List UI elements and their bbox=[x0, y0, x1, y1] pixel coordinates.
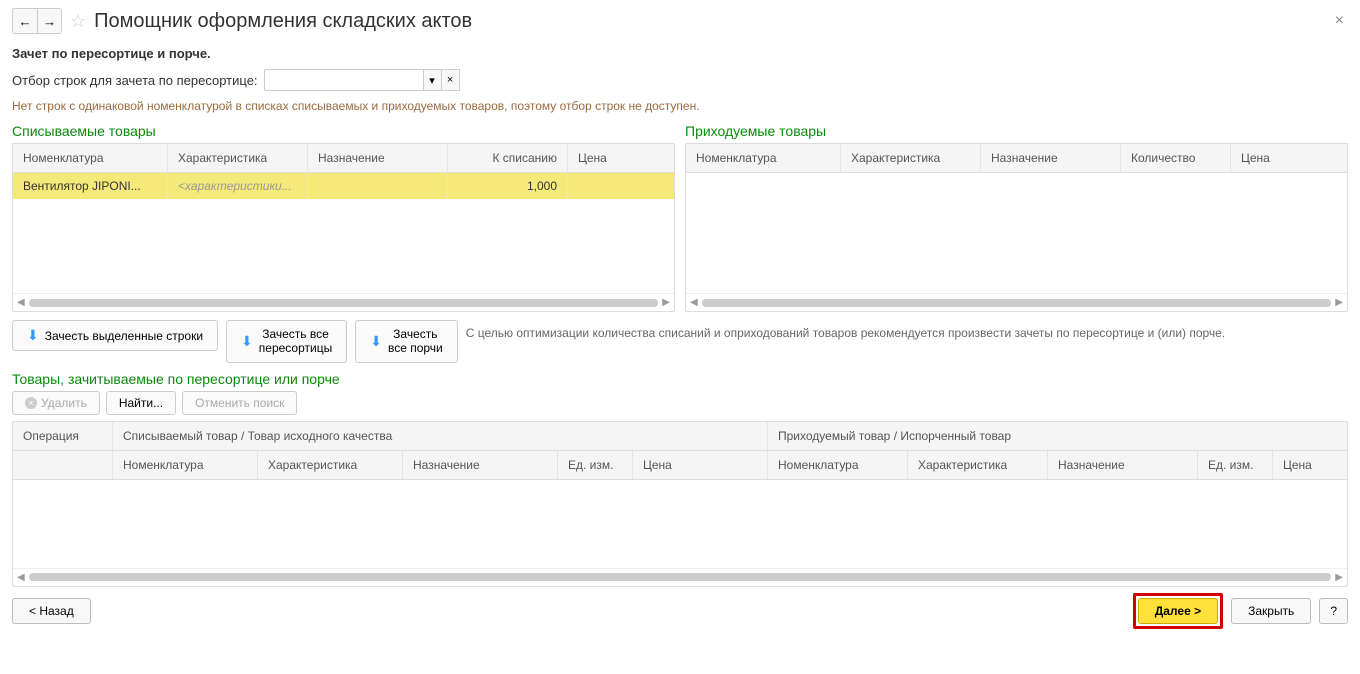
offset-all-resort-button[interactable]: ⬇ Зачесть всепересортицы bbox=[226, 320, 347, 363]
cell-quantity: 1,000 bbox=[448, 173, 568, 199]
col-header[interactable]: Характеристика bbox=[841, 144, 981, 172]
col-header[interactable]: Ед. изм. bbox=[558, 451, 633, 479]
close-button[interactable]: Закрыть bbox=[1231, 598, 1311, 624]
writeoff-table: Номенклатура Характеристика Назначение К… bbox=[12, 143, 675, 312]
filter-input[interactable] bbox=[264, 69, 424, 91]
button-label: Удалить bbox=[41, 396, 87, 410]
incoming-table: Номенклатура Характеристика Назначение К… bbox=[685, 143, 1348, 312]
col-header[interactable]: Цена bbox=[1231, 144, 1347, 172]
next-button[interactable]: Далее > bbox=[1138, 598, 1218, 624]
horizontal-scrollbar[interactable]: ◀ ▶ bbox=[686, 293, 1347, 311]
col-header[interactable]: Приходуемый товар / Испорченный товар bbox=[768, 422, 1347, 450]
arrow-down-icon: ⬇ bbox=[241, 333, 253, 350]
warning-text: Нет строк с одинаковой номенклатурой в с… bbox=[12, 99, 1348, 113]
filter-dropdown-button[interactable]: ▾ bbox=[424, 69, 442, 91]
arrow-down-icon: ⬇ bbox=[370, 333, 382, 350]
find-button[interactable]: Найти... bbox=[106, 391, 176, 415]
scroll-right-icon: ▶ bbox=[662, 297, 670, 308]
scroll-left-icon: ◀ bbox=[17, 297, 25, 308]
cell-assignment bbox=[308, 173, 448, 199]
horizontal-scrollbar[interactable]: ◀ ▶ bbox=[13, 568, 1347, 586]
col-header[interactable]: Номенклатура bbox=[686, 144, 841, 172]
nav-back-button[interactable]: ← bbox=[13, 9, 37, 33]
col-header[interactable]: Номенклатура bbox=[13, 144, 168, 172]
arrow-left-icon: ← bbox=[18, 14, 31, 29]
col-header[interactable]: Номенклатура bbox=[113, 451, 258, 479]
filter-clear-button[interactable]: × bbox=[442, 69, 460, 91]
highlight-frame: Далее > bbox=[1133, 593, 1223, 629]
delete-button[interactable]: × Удалить bbox=[12, 391, 100, 415]
favorite-star-icon[interactable]: ☆ bbox=[70, 11, 86, 32]
col-header[interactable]: Назначение bbox=[403, 451, 558, 479]
scroll-left-icon: ◀ bbox=[690, 297, 698, 308]
offset-table: Операция Списываемый товар / Товар исход… bbox=[12, 421, 1348, 587]
cell-characteristic: <характеристики... bbox=[168, 173, 308, 199]
col-header[interactable]: Назначение bbox=[981, 144, 1121, 172]
button-label: Зачесть выделенные строки bbox=[45, 329, 203, 343]
col-header[interactable]: Цена bbox=[633, 451, 768, 479]
arrow-down-icon: ⬇ bbox=[27, 327, 39, 344]
col-header[interactable]: Назначение bbox=[308, 144, 448, 172]
col-header[interactable]: Характеристика bbox=[908, 451, 1048, 479]
arrow-right-icon: → bbox=[43, 14, 56, 29]
horizontal-scrollbar[interactable]: ◀ ▶ bbox=[13, 293, 674, 311]
col-header[interactable]: Цена bbox=[568, 144, 674, 172]
nav-forward-button[interactable]: → bbox=[37, 9, 61, 33]
col-header[interactable]: Назначение bbox=[1048, 451, 1198, 479]
button-label: Зачесть всепересортицы bbox=[259, 327, 332, 356]
col-header[interactable]: Операция bbox=[13, 422, 113, 450]
bottom-section-title: Товары, зачитываемые по пересортице или … bbox=[12, 371, 1348, 387]
col-header-empty bbox=[13, 451, 113, 479]
hint-text: С целью оптимизации количества списаний … bbox=[466, 320, 1348, 340]
offset-selected-button[interactable]: ⬇ Зачесть выделенные строки bbox=[12, 320, 218, 351]
clear-x-icon: × bbox=[447, 74, 453, 86]
cell-nomenclature: Вентилятор JIPONI... bbox=[13, 173, 168, 199]
section-heading: Зачет по пересортице и порче. bbox=[12, 46, 1348, 61]
col-header[interactable]: Номенклатура bbox=[768, 451, 908, 479]
scroll-left-icon: ◀ bbox=[17, 572, 25, 583]
scroll-track bbox=[29, 299, 659, 307]
help-button[interactable]: ? bbox=[1319, 598, 1348, 624]
chevron-down-icon: ▾ bbox=[429, 74, 435, 87]
filter-input-group: ▾ × bbox=[264, 69, 460, 91]
close-icon[interactable]: × bbox=[1331, 12, 1348, 30]
col-header[interactable]: К списанию bbox=[448, 144, 568, 172]
scroll-right-icon: ▶ bbox=[1335, 297, 1343, 308]
delete-x-icon: × bbox=[25, 397, 37, 409]
button-label: Зачестьвсе порчи bbox=[388, 327, 443, 356]
col-header[interactable]: Характеристика bbox=[258, 451, 403, 479]
offset-all-spoilage-button[interactable]: ⬇ Зачестьвсе порчи bbox=[355, 320, 458, 363]
col-header[interactable]: Цена bbox=[1273, 451, 1347, 479]
col-header[interactable]: Количество bbox=[1121, 144, 1231, 172]
back-button[interactable]: < Назад bbox=[12, 598, 91, 624]
scroll-right-icon: ▶ bbox=[1335, 572, 1343, 583]
filter-label: Отбор строк для зачета по пересортице: bbox=[12, 73, 258, 88]
cancel-search-button[interactable]: Отменить поиск bbox=[182, 391, 297, 415]
scroll-track bbox=[702, 299, 1332, 307]
col-header[interactable]: Характеристика bbox=[168, 144, 308, 172]
left-panel-title: Списываемые товары bbox=[12, 123, 675, 139]
nav-buttons: ← → bbox=[12, 8, 62, 34]
col-header[interactable]: Ед. изм. bbox=[1198, 451, 1273, 479]
scroll-track bbox=[29, 573, 1332, 581]
right-panel-title: Приходуемые товары bbox=[685, 123, 1348, 139]
table-row[interactable]: Вентилятор JIPONI... <характеристики... … bbox=[13, 173, 674, 199]
col-header[interactable]: Списываемый товар / Товар исходного каче… bbox=[113, 422, 768, 450]
page-title: Помощник оформления складских актов bbox=[94, 10, 472, 33]
cell-price bbox=[568, 173, 674, 199]
